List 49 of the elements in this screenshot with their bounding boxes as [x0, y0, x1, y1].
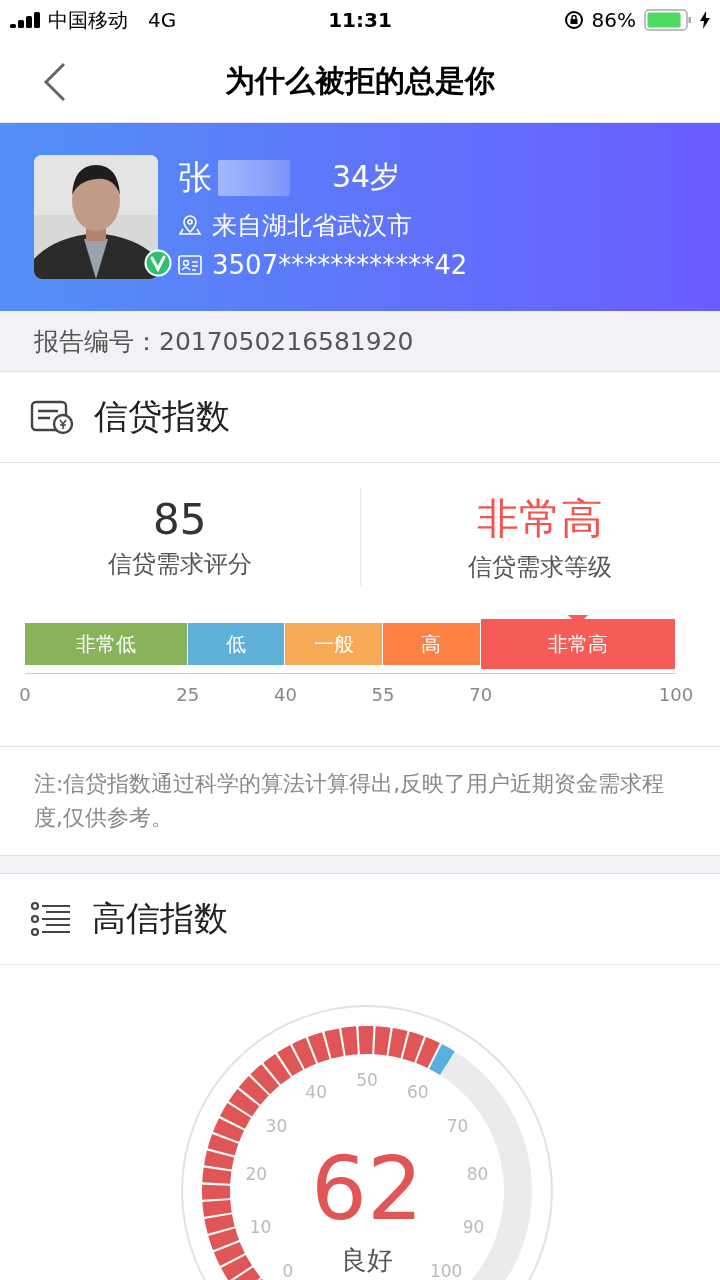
scale-label: 55: [371, 684, 395, 705]
scale-label: 100: [658, 684, 694, 705]
scale-label: 70: [446, 1115, 469, 1136]
rating-label: 良好: [341, 1244, 393, 1275]
page-title: 为什么被拒的总是你: [225, 61, 495, 100]
scale-label: 30: [265, 1115, 288, 1136]
scale-label: 20: [245, 1164, 268, 1185]
level-segment: 高: [383, 623, 481, 665]
id-card-icon: [178, 254, 202, 275]
score-value: 85: [153, 494, 207, 544]
clock-time: 11:31: [328, 8, 392, 32]
location-icon: [178, 213, 202, 237]
charging-bolt-icon: [700, 11, 710, 29]
signal-icon: [10, 12, 42, 28]
network-type: 4G: [148, 8, 177, 32]
score-label: 信贷需求评分: [107, 548, 252, 580]
section-title: 信贷指数: [94, 395, 230, 438]
level-segment: 非常低: [25, 623, 188, 665]
scale-label: 40: [305, 1081, 327, 1102]
scale-label: 60: [407, 1081, 429, 1102]
level-segment: 低: [187, 623, 286, 665]
scale-label: 0: [19, 684, 31, 705]
redacted-mark: [218, 159, 290, 196]
scale-label: 50: [356, 1069, 378, 1090]
user-location: 来自湖北省武汉市: [212, 209, 412, 242]
grade-value: 非常高: [477, 493, 604, 545]
level-segment: 非常高: [480, 619, 676, 669]
section-title: 高信指数: [92, 896, 228, 940]
scale-label: 80: [466, 1164, 489, 1185]
id-number: 3507************42: [212, 249, 468, 280]
scale-label: 90: [462, 1216, 485, 1237]
score-value: 62: [311, 1136, 423, 1240]
scale-label: 70: [469, 684, 493, 705]
grade-label: 信贷需求等级: [468, 552, 613, 583]
level-segment: 一般: [285, 623, 384, 665]
scale-label: 40: [273, 684, 297, 705]
user-name: 张: [178, 155, 212, 199]
scale-label: 0: [282, 1260, 294, 1280]
scale-label: 25: [176, 684, 200, 705]
credit-card-icon: [30, 399, 74, 435]
user-age: 34岁: [332, 158, 401, 196]
report-number: 报告编号：2017050216581920: [34, 325, 414, 358]
scale-label: 100: [429, 1260, 463, 1280]
scale-label: 10: [249, 1216, 272, 1237]
rotation-lock-icon: [563, 10, 584, 30]
list-icon: [30, 900, 72, 937]
carrier-name: 中国移动: [48, 6, 128, 34]
battery-icon: [644, 9, 692, 31]
battery-percent: 86%: [591, 8, 636, 32]
